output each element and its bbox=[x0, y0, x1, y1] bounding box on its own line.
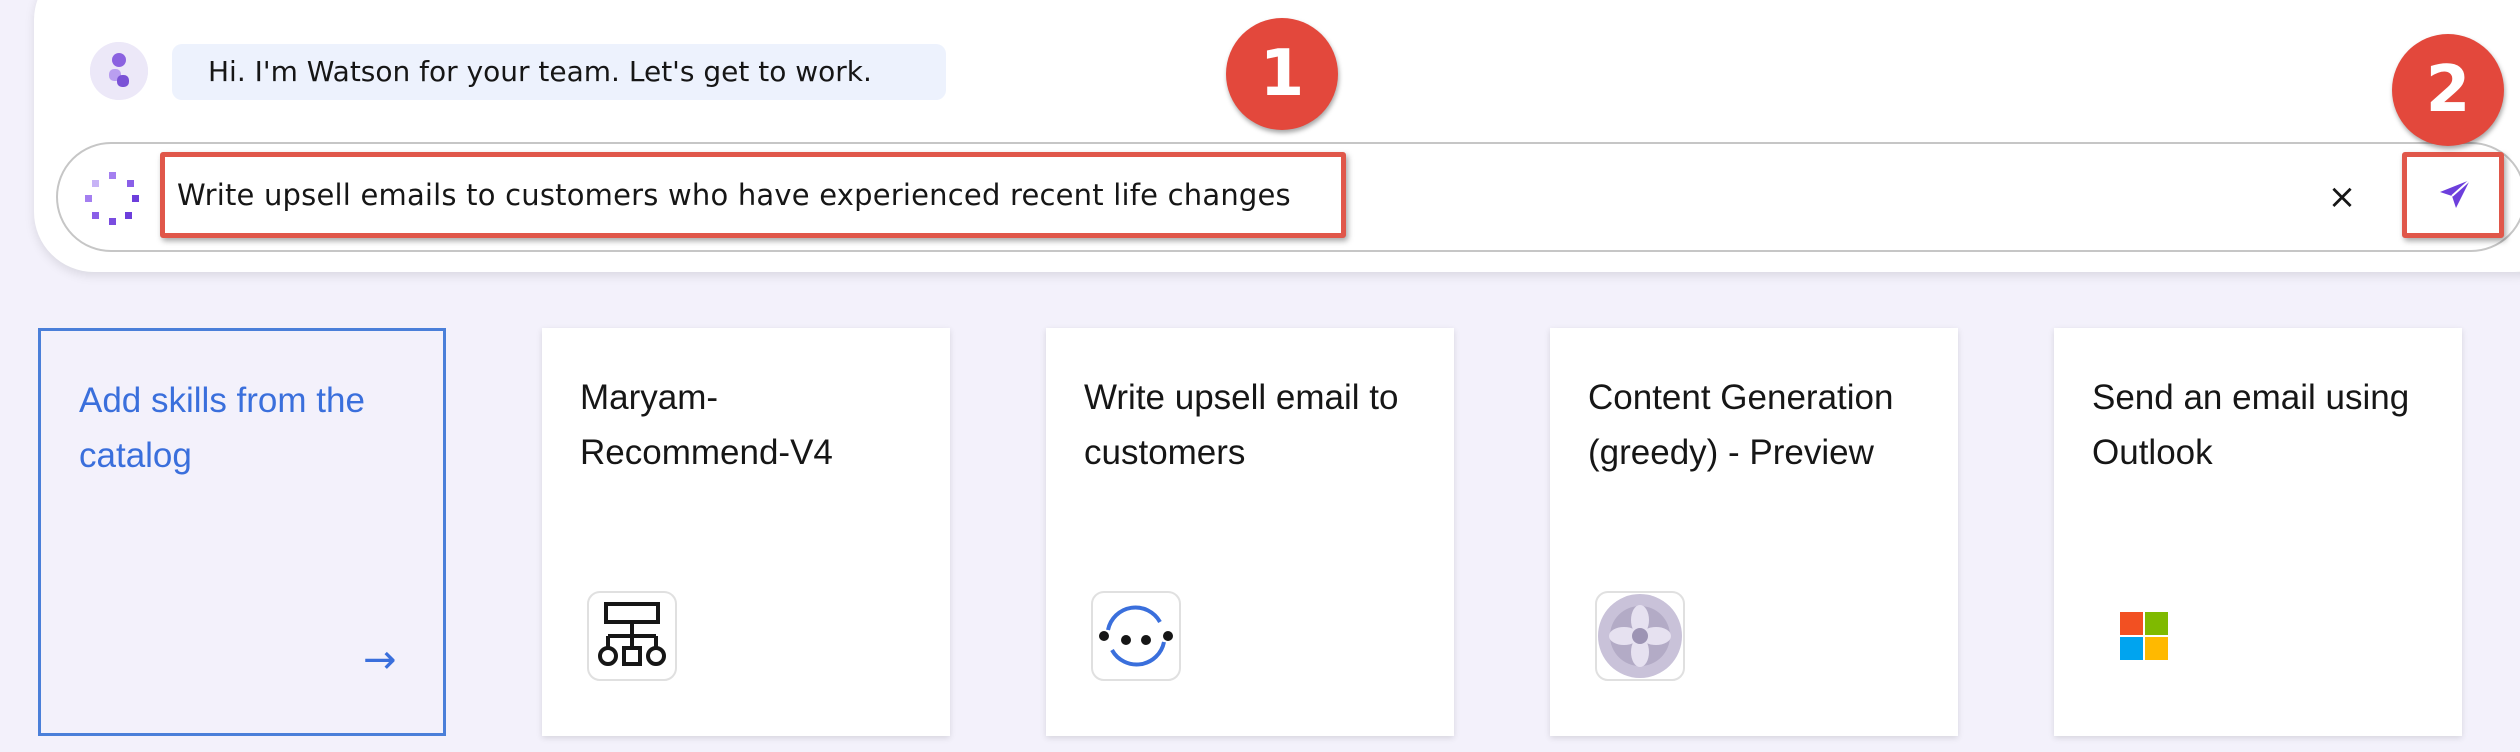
skill-card-title: Content Generation (greedy) - Preview bbox=[1588, 378, 1894, 472]
skill-card-write-upsell-email[interactable]: Write upsell email to customers bbox=[1046, 328, 1454, 736]
skill-card-title: Maryam-Recommend-V4 bbox=[580, 378, 833, 472]
annotation-badge-2: 2 bbox=[2392, 34, 2504, 146]
sync-arrows-icon bbox=[1090, 590, 1182, 682]
greeting-message: Hi. I'm Watson for your team. Let's get … bbox=[172, 44, 946, 100]
workflow-hierarchy-icon bbox=[586, 590, 678, 682]
skill-card-maryam-recommend[interactable]: Maryam-Recommend-V4 bbox=[542, 328, 950, 736]
arrow-right-icon: → bbox=[363, 637, 397, 683]
send-icon[interactable] bbox=[2436, 176, 2474, 214]
prompt-input[interactable]: Write upsell emails to customers who hav… bbox=[177, 178, 1291, 212]
annotation-badge-1: 1 bbox=[1226, 18, 1338, 130]
clear-input-button[interactable]: × bbox=[2322, 172, 2362, 222]
skill-card-title: Send an email using Outlook bbox=[2092, 378, 2410, 472]
skill-card-title: Write upsell email to customers bbox=[1084, 378, 1399, 472]
skill-card-content-generation[interactable]: Content Generation (greedy) - Preview bbox=[1550, 328, 1958, 736]
flower-pattern-icon bbox=[1594, 590, 1686, 682]
catalog-card-label: Add skills from the catalog bbox=[79, 381, 365, 475]
watson-avatar-icon bbox=[90, 42, 148, 100]
microsoft-logo-icon bbox=[2098, 590, 2190, 682]
add-skills-catalog-card[interactable]: Add skills from the catalog → bbox=[38, 328, 446, 736]
skill-card-send-email-outlook[interactable]: Send an email using Outlook bbox=[2054, 328, 2462, 736]
loading-spinner-icon bbox=[82, 168, 142, 228]
